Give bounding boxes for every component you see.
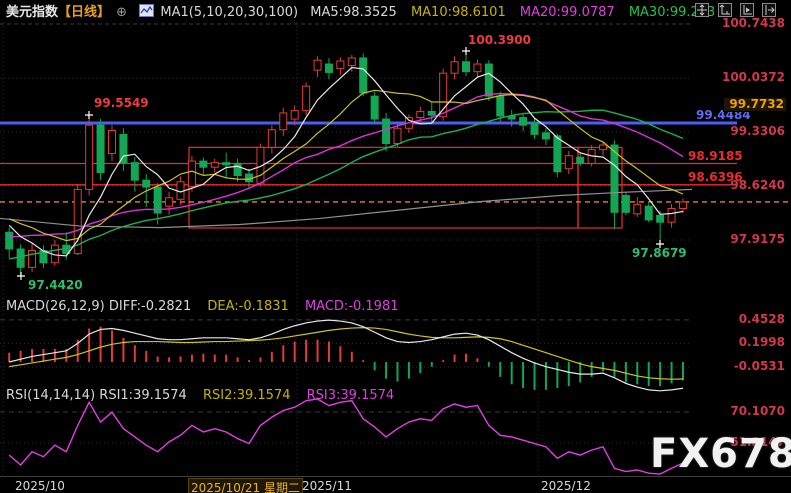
rsi-params: RSI(14,14,14) [6,388,96,403]
shift-right-icon[interactable] [761,3,776,21]
y-axis-label: 97.9175 [730,232,785,246]
macd-axis-label: 0.4528 [738,311,785,326]
annotation-marker [462,47,470,55]
macd-axis-label: 0.1998 [738,335,785,350]
x-label-2025-10: 2025/10 [15,479,65,493]
macd-indicator-row: MACD(26,12,9) DIFF:-0.2821 DEA:-0.1831 M… [6,299,399,314]
macd-axis-label: -0.0531 [733,358,785,373]
x-label-selected-date: 2025/10/21 星期二 [188,478,303,493]
watermark: FX678 [650,431,791,477]
ma-params-label: MA1(5,10,20,30,100) [160,5,299,20]
annotation-marker [85,111,93,119]
toolbar-icons [691,3,776,21]
annotation-marker [17,272,25,280]
y-axis-label: 99.3306 [730,124,785,138]
rsi1-value: RSI1:39.1574 [99,388,187,403]
ma5-value: MA5:98.3525 [310,5,397,20]
x-label-2025-12: 2025/12 [541,479,591,493]
mini-chart-icon[interactable] [139,4,155,21]
rsi-axis-label: 70.1070 [730,404,785,418]
price-annotation: 99.5549 [94,96,149,110]
macd-dea-value: DEA:-0.1831 [207,299,289,314]
pan-icon[interactable] [695,3,710,21]
macd-diff-value: DIFF:-0.2821 [108,299,192,314]
axis-scale-icon[interactable] [717,3,732,21]
y-axis-label: 100.0372 [721,70,785,84]
trading-chart-window: 美元指数【日线】 ⊕ MA1(5,10,20,30,100) MA5:98.35… [0,0,791,493]
price-annotation: 100.3900 [468,33,532,47]
macd-params: MACD(26,12,9) [6,299,105,314]
add-indicator-icon[interactable]: ⊕ [116,5,127,20]
axis-play-icon[interactable] [739,3,754,21]
rsi-indicator-row: RSI(14,14,14) RSI1:39.1574 RSI2:39.1574 … [6,388,394,403]
price-annotation: 97.4420 [28,278,83,292]
x-label-2025-11: 2025/11 [302,479,352,493]
price-line-tag: 98.6396 [688,169,743,184]
symbol-name: 美元指数 [6,5,59,20]
ma10-value: MA10:98.6101 [410,5,506,20]
time-axis: 2025/10 2025/10/21 星期二 2025/11 2025/12 [0,476,791,493]
y-axis-highlight-label: 99.7732 [723,97,787,112]
rsi2-value: RSI2:39.1574 [202,388,291,403]
rsi3-value: RSI3:39.1574 [306,388,395,403]
ma20-value: MA20:99.0787 [519,5,615,20]
price-annotation: 97.8679 [632,246,687,260]
macd-value: MACD:-0.1981 [304,299,399,314]
price-line-tag: 98.9185 [688,148,743,163]
period-label: 【日线】 [58,5,111,20]
title-bar: 美元指数【日线】 ⊕ MA1(5,10,20,30,100) MA5:98.35… [0,0,791,20]
